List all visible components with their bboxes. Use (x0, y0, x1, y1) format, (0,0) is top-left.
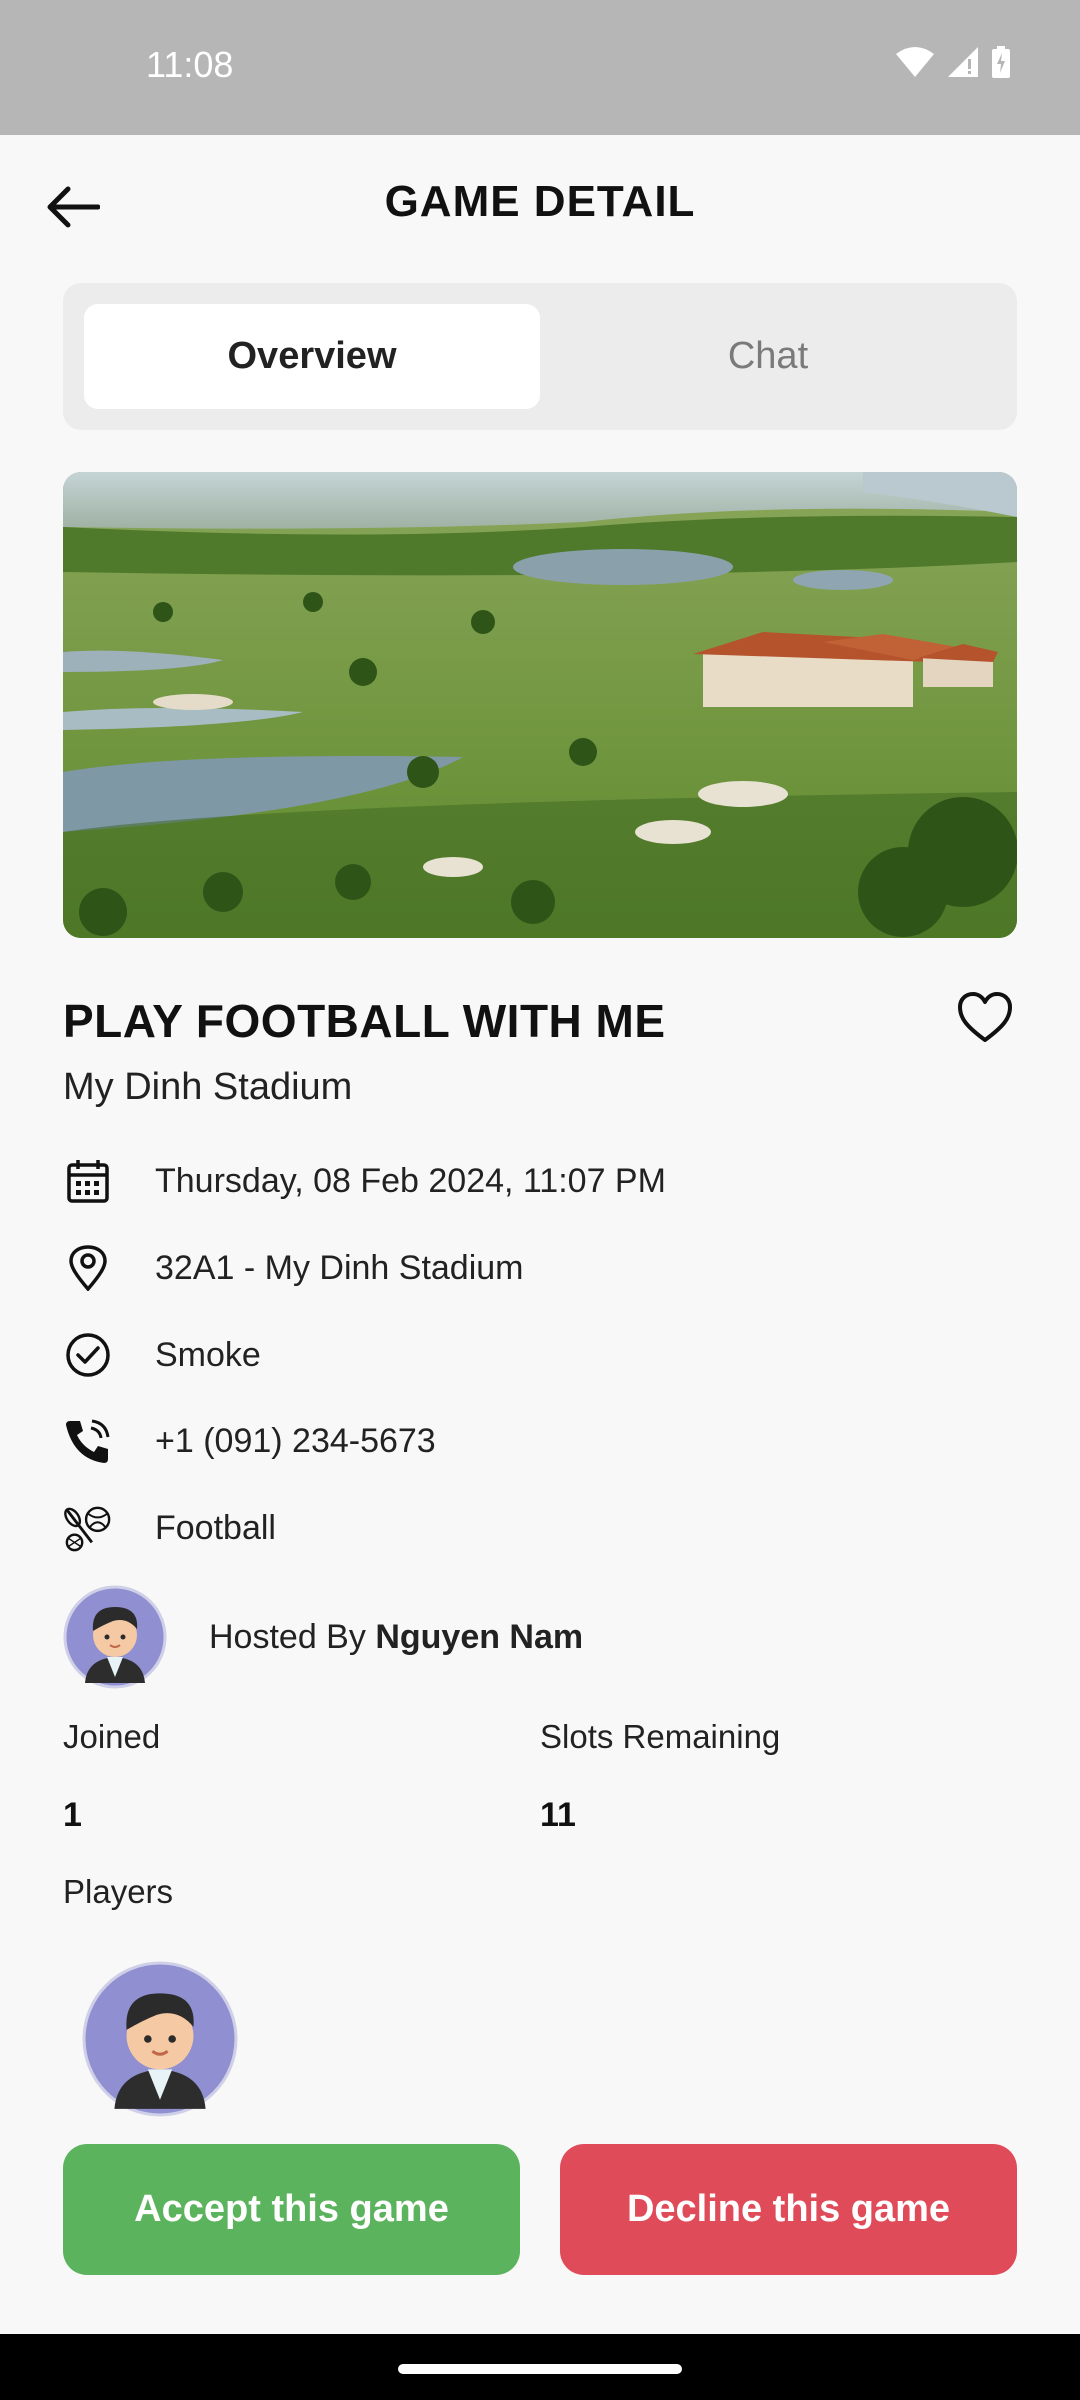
slots-remaining-label: Slots Remaining (540, 1718, 781, 1755)
header: GAME DETAIL (0, 135, 1080, 275)
tab-bar: Overview Chat (63, 283, 1017, 430)
host-avatar (63, 1585, 167, 1689)
status-icons (896, 46, 1010, 78)
date-row: Thursday, 08 Feb 2024, 11:07 PM (63, 1151, 666, 1211)
heart-outline-icon (958, 992, 1012, 1042)
battery-icon (992, 46, 1010, 78)
game-address: 32A1 - My Dinh Stadium (155, 1248, 524, 1287)
tab-overview[interactable]: Overview (84, 304, 540, 409)
accept-game-button[interactable]: Accept this game (63, 2144, 520, 2275)
golf-resort-aerial-photo (63, 472, 1017, 938)
joined-count: 1 (63, 1796, 82, 1834)
game-title: PLAY FOOTBALL WITH ME (63, 995, 666, 1047)
status-time: 11:08 (146, 44, 234, 85)
favorite-button[interactable] (956, 990, 1014, 1044)
hero-image (63, 472, 1017, 938)
slots-remaining-count: 11 (540, 1796, 576, 1834)
wifi-icon (896, 47, 934, 77)
system-nav-bar (0, 2334, 1080, 2400)
phone-row: +1 (091) 234-5673 (63, 1411, 436, 1471)
host-phone: +1 (091) 234-5673 (155, 1421, 436, 1460)
location-pin-icon (63, 1243, 113, 1293)
calendar-icon (63, 1156, 113, 1206)
joined-label: Joined (63, 1718, 161, 1755)
hosted-by-label: Hosted By (209, 1617, 366, 1656)
tab-chat[interactable]: Chat (540, 304, 996, 409)
page-title: GAME DETAIL (384, 177, 696, 226)
check-circle-icon (63, 1330, 113, 1380)
decline-game-button[interactable]: Decline this game (560, 2144, 1017, 2275)
status-row: Smoke (63, 1325, 261, 1385)
game-status: Smoke (155, 1335, 261, 1374)
game-datetime: Thursday, 08 Feb 2024, 11:07 PM (155, 1161, 666, 1200)
phone-call-icon (63, 1416, 113, 1466)
status-bar: 11:08 (0, 0, 1080, 135)
home-gesture-handle[interactable] (398, 2364, 682, 2374)
sport-type: Football (155, 1508, 276, 1547)
sports-equipment-icon (63, 1503, 113, 1553)
host-name: Nguyen Nam (375, 1617, 584, 1656)
sport-row: Football (63, 1498, 276, 1558)
signal-icon (948, 47, 978, 77)
players-label: Players (63, 1873, 174, 1910)
address-row: 32A1 - My Dinh Stadium (63, 1238, 524, 1298)
hosted-by-text: Hosted By Nguyen Nam (209, 1618, 583, 1657)
player-avatar[interactable] (81, 1960, 239, 2118)
host-row[interactable]: Hosted By Nguyen Nam (63, 1584, 583, 1690)
venue-name: My Dinh Stadium (63, 1066, 353, 1108)
